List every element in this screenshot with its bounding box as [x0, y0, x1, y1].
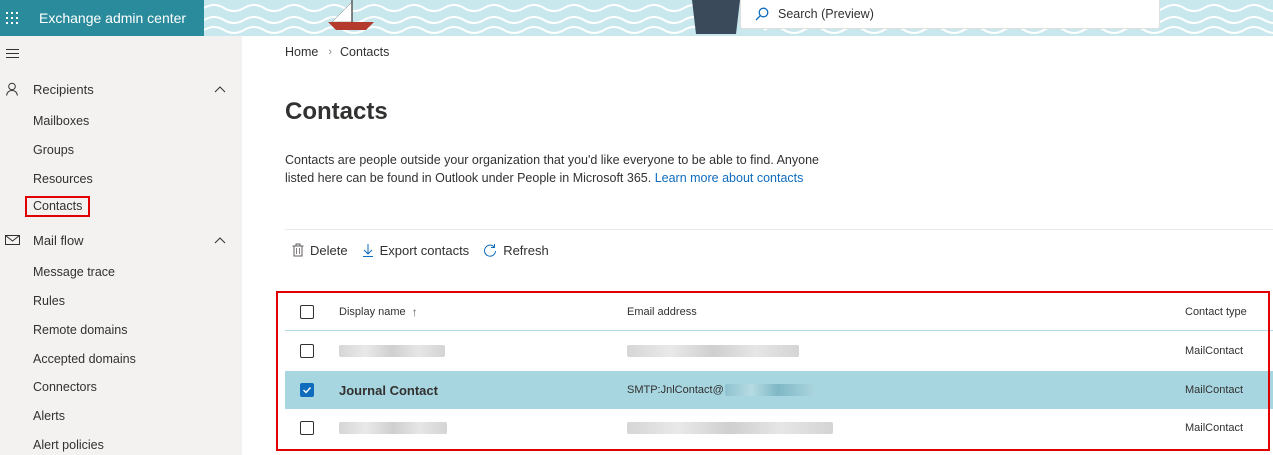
sidebar-item-mailboxes[interactable]: Mailboxes	[33, 112, 89, 130]
search-icon	[755, 7, 769, 21]
sidebar-item-groups[interactable]: Groups	[33, 141, 74, 159]
sidebar-item-remote-domains[interactable]: Remote domains	[33, 321, 128, 339]
mail-icon	[5, 235, 20, 245]
sidebar-item-resources[interactable]: Resources	[33, 170, 93, 188]
person-icon	[6, 82, 18, 96]
sidebar-item-rules[interactable]: Rules	[33, 292, 65, 310]
search-input[interactable]: Search (Preview)	[778, 7, 874, 21]
chevron-right-icon: ›	[328, 46, 333, 58]
nav-group-mail-flow[interactable]: Mail flow	[0, 227, 242, 253]
delete-button[interactable]: Delete	[292, 243, 348, 258]
page-description: Contacts are people outside your organiz…	[285, 151, 845, 187]
chevron-up-icon[interactable]	[214, 85, 226, 93]
export-contacts-button[interactable]: Export contacts	[362, 242, 470, 258]
refresh-button[interactable]: Refresh	[483, 243, 549, 258]
sidebar-item-alerts[interactable]: Alerts	[33, 407, 65, 425]
download-icon	[362, 244, 373, 257]
nav-group-label: Mail flow	[33, 232, 84, 248]
nav-group-label: Recipients	[33, 81, 94, 97]
app-title[interactable]: Exchange admin center	[39, 10, 186, 26]
sidebar-item-connectors[interactable]: Connectors	[33, 378, 97, 396]
export-label: Export contacts	[379, 242, 470, 258]
refresh-icon	[484, 244, 497, 257]
left-nav: Recipients Mailboxes Groups Resources Co…	[0, 36, 242, 455]
breadcrumb-current: Contacts	[340, 45, 390, 59]
delete-label: Delete	[310, 242, 348, 258]
hamburger-menu-icon[interactable]	[6, 49, 19, 60]
breadcrumb: Home › Contacts	[285, 45, 389, 59]
breadcrumb-home[interactable]: Home	[285, 45, 318, 59]
divider	[285, 229, 1273, 230]
command-bar: Delete Export contacts Refresh	[292, 240, 563, 260]
sidebar-item-message-trace[interactable]: Message trace	[33, 263, 115, 281]
page-title: Contacts	[285, 98, 388, 125]
sidebar-item-contacts[interactable]: Contacts	[25, 196, 91, 217]
nav-group-recipients[interactable]: Recipients	[0, 76, 242, 102]
refresh-label: Refresh	[503, 242, 549, 258]
sidebar-item-accepted-domains[interactable]: Accepted domains	[33, 350, 136, 368]
app-launcher-icon[interactable]	[6, 12, 18, 24]
highlight-frame	[276, 291, 1270, 451]
chevron-up-icon[interactable]	[214, 236, 226, 244]
sidebar-item-alert-policies[interactable]: Alert policies	[33, 436, 104, 454]
top-header: Exchange admin center Search (Preview)	[0, 0, 1273, 36]
trash-icon	[292, 243, 304, 257]
learn-more-link[interactable]: Learn more about contacts	[655, 171, 804, 185]
search-box[interactable]: Search (Preview)	[740, 0, 1160, 29]
brand-bar: Exchange admin center	[0, 0, 204, 36]
